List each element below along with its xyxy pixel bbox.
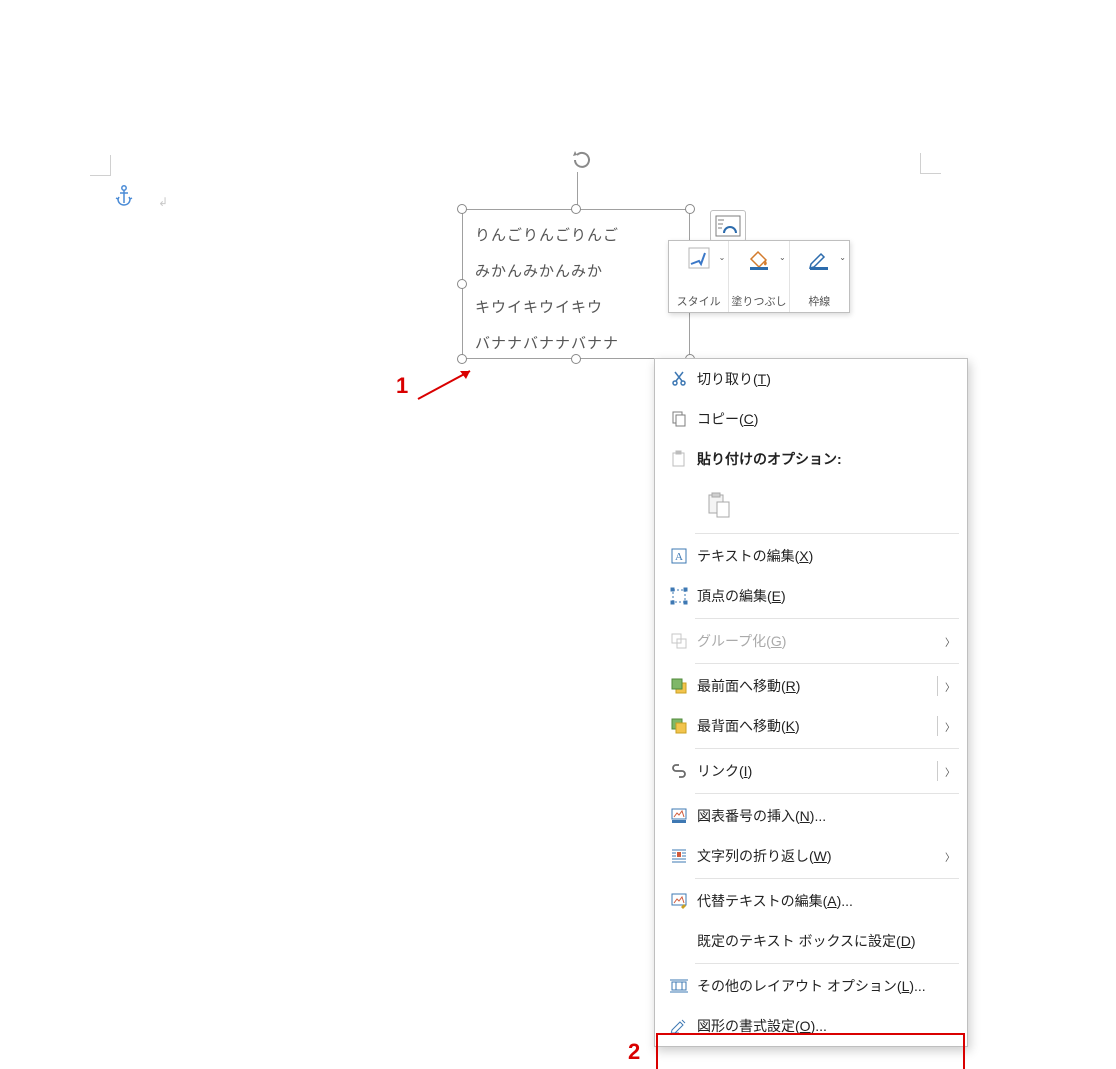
resize-handle[interactable] (571, 204, 581, 214)
rotation-handle-icon[interactable] (570, 148, 594, 172)
menu-label: 文字列の折り返し(W) (693, 846, 945, 866)
text-box-shape[interactable]: りんごりんごりんご みかんみかんみか キウイキウイキウ バナナバナナバナナ (462, 209, 690, 359)
menu-label: リンク(I) (693, 761, 945, 781)
style-button[interactable]: ⌄ スタイル (669, 241, 728, 312)
annotation-number-2: 2 (628, 1039, 640, 1065)
copy-icon (665, 410, 693, 428)
menu-paste-options-header: 貼り付けのオプション: (655, 439, 967, 479)
resize-handle[interactable] (457, 354, 467, 364)
dropdown-caret-icon: ⌄ (719, 253, 726, 262)
fill-label: 塗りつぶし (731, 296, 786, 308)
menu-label: 代替テキストの編集(A)... (693, 891, 957, 911)
menu-insert-caption[interactable]: 図表番号の挿入(N)... (655, 796, 967, 836)
menu-label: 図表番号の挿入(N)... (693, 806, 957, 826)
menu-edit-points[interactable]: 頂点の編集(E) (655, 576, 967, 616)
outline-label: 枠線 (808, 296, 830, 308)
resize-handle[interactable] (457, 279, 467, 289)
link-icon (665, 762, 693, 780)
format-shape-icon (665, 1017, 693, 1035)
menu-label: 最背面へ移動(K) (693, 716, 945, 736)
paste-icon (665, 450, 693, 468)
edit-text-icon: A (665, 547, 693, 565)
outline-button[interactable]: ⌄ 枠線 (790, 241, 849, 312)
menu-label: 切り取り(T) (693, 369, 957, 389)
submenu-arrow-icon: 〉 (945, 849, 957, 864)
shape-line: りんごりんごりんご (475, 218, 677, 254)
resize-handle[interactable] (571, 354, 581, 364)
cut-icon (665, 370, 693, 388)
mini-toolbar: ⌄ スタイル ⌄ 塗りつぶし ⌄ 枠線 (668, 240, 850, 313)
menu-label: 貼り付けのオプション: (693, 449, 957, 469)
menu-label: グループ化(G) (693, 631, 945, 651)
menu-copy[interactable]: コピー(C) (655, 399, 967, 439)
menu-text-wrapping[interactable]: 文字列の折り返し(W) 〉 (655, 836, 967, 876)
menu-edit-text[interactable]: A テキストの編集(X) (655, 536, 967, 576)
fill-bucket-icon (747, 247, 771, 274)
menu-label: その他のレイアウト オプション(L)... (693, 976, 957, 996)
edit-points-icon (665, 587, 693, 605)
menu-label: 既定のテキスト ボックスに設定(D) (693, 931, 957, 951)
annotation-arrow-icon (414, 365, 484, 405)
submenu-arrow-icon: 〉 (945, 634, 957, 649)
submenu-arrow-icon: 〉 (945, 679, 957, 694)
shape-line: キウイキウイキウ (475, 290, 677, 326)
paragraph-mark-icon: ↲ (158, 195, 168, 209)
menu-link[interactable]: リンク(I) 〉 (655, 751, 967, 791)
wrap-text-icon (665, 847, 693, 865)
menu-label: 最前面へ移動(R) (693, 676, 945, 696)
resize-handle[interactable] (457, 204, 467, 214)
submenu-arrow-icon: 〉 (945, 719, 957, 734)
paste-option-button[interactable] (701, 487, 737, 523)
menu-label: 頂点の編集(E) (693, 586, 957, 606)
menu-default-textbox[interactable]: 既定のテキスト ボックスに設定(D) (655, 921, 967, 961)
send-back-icon (665, 717, 693, 735)
dropdown-caret-icon: ⌄ (839, 253, 846, 262)
anchor-icon (115, 185, 133, 210)
crop-mark-top-left (90, 155, 111, 176)
paste-options-row (655, 479, 967, 531)
menu-alt-text[interactable]: 代替テキストの編集(A)... (655, 881, 967, 921)
menu-format-shape[interactable]: 図形の書式設定(O)... (655, 1006, 967, 1046)
caption-icon (665, 807, 693, 825)
menu-group: グループ化(G) 〉 (655, 621, 967, 661)
submenu-arrow-icon: 〉 (945, 764, 957, 779)
outline-pen-icon (807, 247, 831, 274)
menu-send-back[interactable]: 最背面へ移動(K) 〉 (655, 706, 967, 746)
menu-label: 図形の書式設定(O)... (693, 1016, 957, 1036)
fill-button[interactable]: ⌄ 塗りつぶし (729, 241, 788, 312)
shape-line: みかんみかんみか (475, 254, 677, 290)
dropdown-caret-icon: ⌄ (779, 253, 786, 262)
crop-mark-top-right (920, 153, 941, 174)
menu-label: コピー(C) (693, 409, 957, 429)
svg-text:A: A (675, 551, 683, 563)
style-label: スタイル (677, 296, 721, 308)
menu-more-layout[interactable]: その他のレイアウト オプション(L)... (655, 966, 967, 1006)
layout-options-button[interactable] (710, 210, 746, 242)
menu-label: テキストの編集(X) (693, 546, 957, 566)
more-layout-icon (665, 977, 693, 995)
style-icon (688, 247, 710, 272)
group-icon (665, 632, 693, 650)
rotation-stem (577, 172, 578, 208)
menu-cut[interactable]: 切り取り(T) (655, 359, 967, 399)
resize-handle[interactable] (685, 204, 695, 214)
bring-front-icon (665, 677, 693, 695)
annotation-number-1: 1 (396, 373, 408, 399)
context-menu: 切り取り(T) コピー(C) 貼り付けのオプション: A テキストの編集(X) … (654, 358, 968, 1047)
menu-bring-front[interactable]: 最前面へ移動(R) 〉 (655, 666, 967, 706)
alt-text-icon (665, 892, 693, 910)
